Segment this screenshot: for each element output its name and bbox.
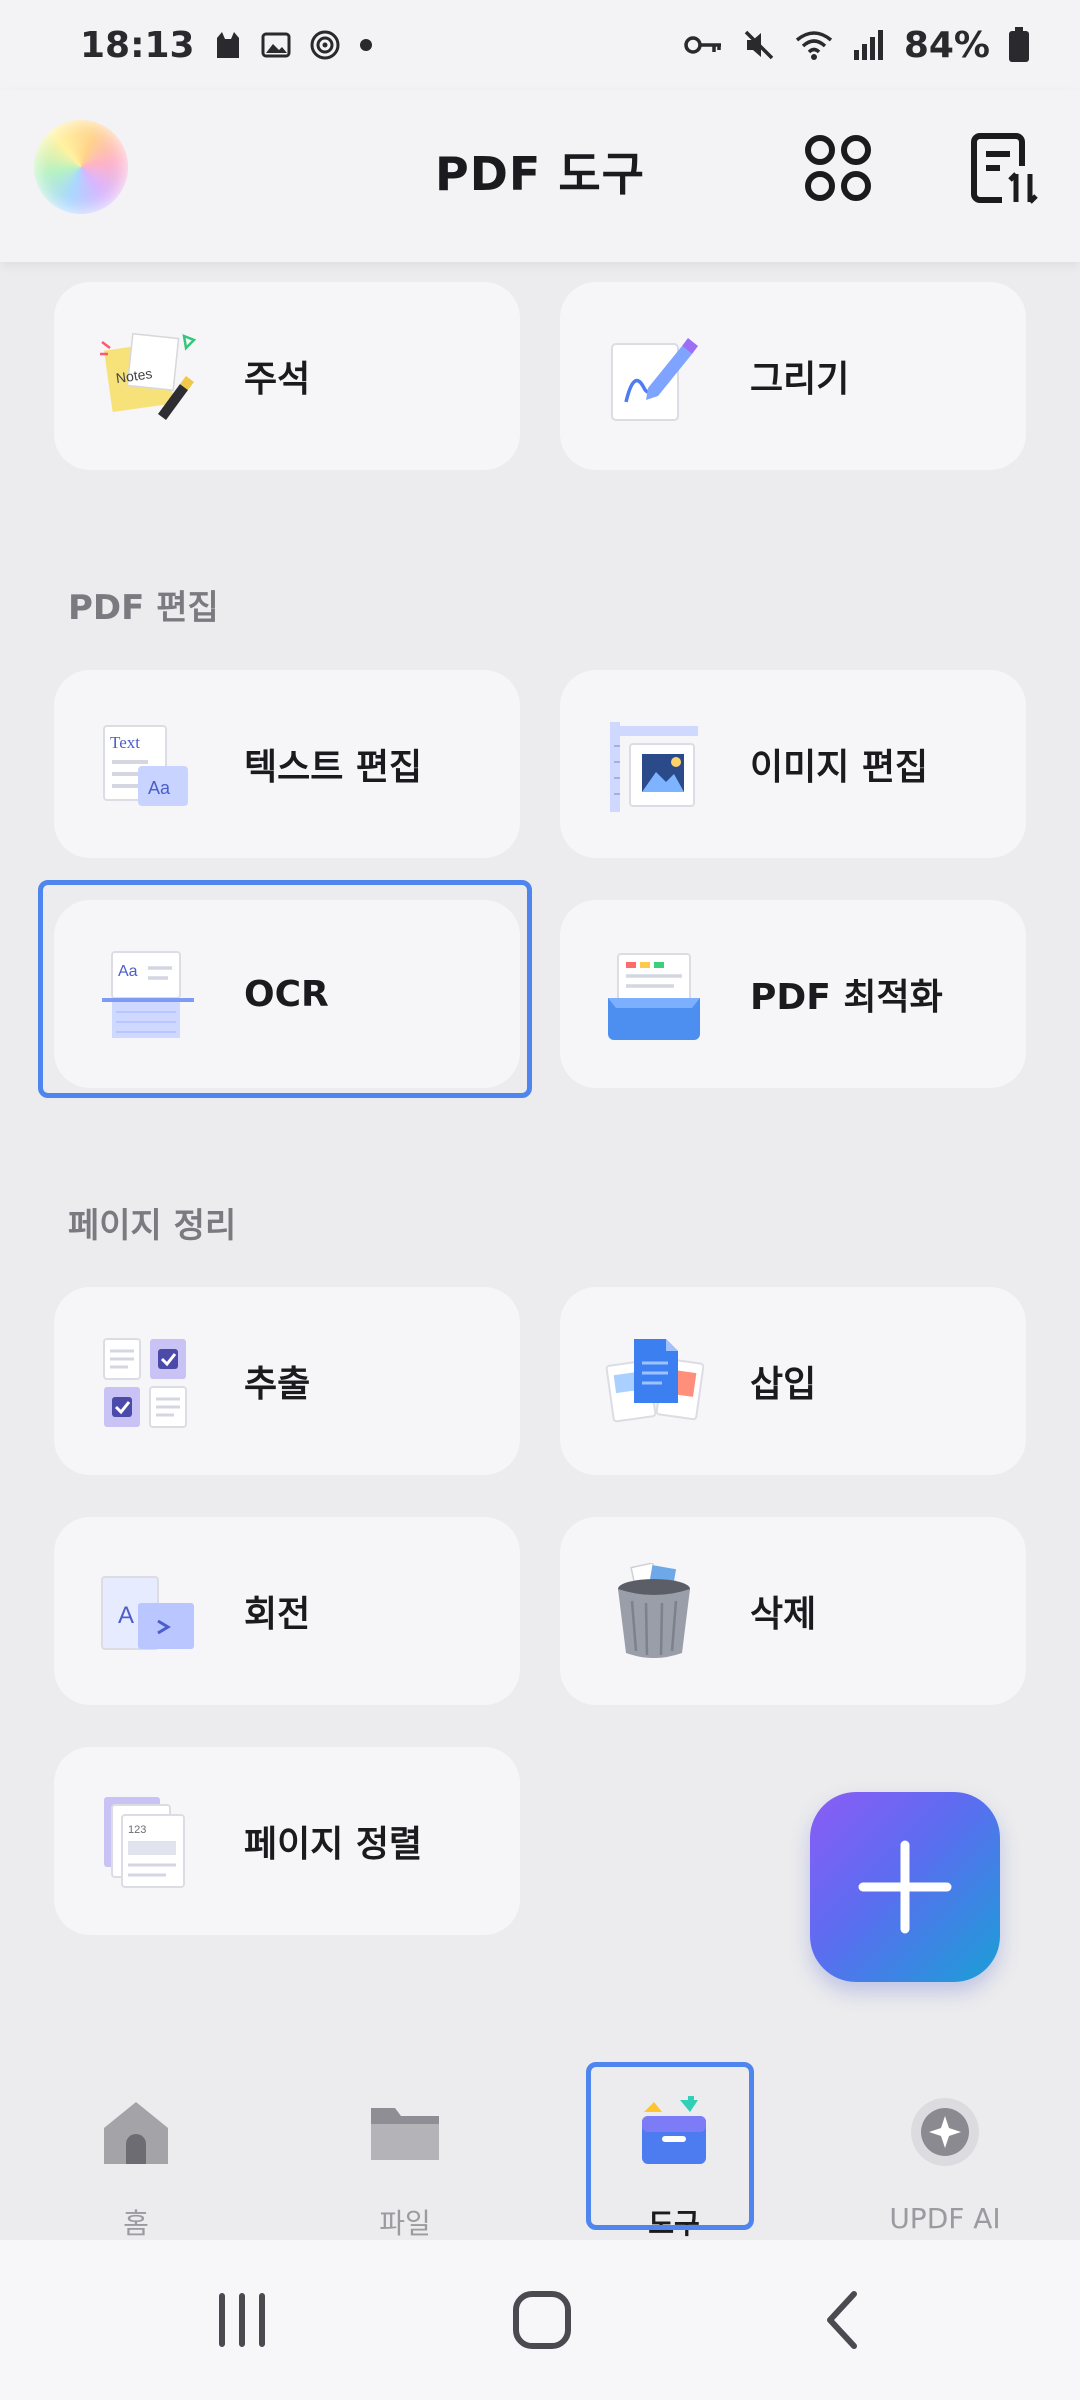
nav-item-updf-ai[interactable]: UPDF AI xyxy=(845,2060,1045,2260)
sort-document-icon xyxy=(971,133,1038,204)
system-navigation-bar xyxy=(0,2240,1080,2400)
apps-grid-button[interactable] xyxy=(800,130,876,206)
bottom-navigation: 홈 파일 도구 UPDF AI xyxy=(0,2040,1080,2240)
folder-icon xyxy=(371,2108,439,2160)
section-title-page-organize: 페이지 정리 xyxy=(68,1206,237,1246)
tool-card-ocr[interactable]: Aa OCR xyxy=(54,900,520,1088)
back-button[interactable] xyxy=(804,2280,884,2360)
tools-nav-focus-highlight xyxy=(586,2062,754,2230)
tool-card-extract[interactable]: 추출 xyxy=(54,1287,520,1475)
nav-item-home[interactable]: 홈 xyxy=(36,2060,236,2260)
home-icon xyxy=(104,2102,168,2164)
tool-card-image-edit[interactable]: 이미지 편집 xyxy=(560,670,1026,858)
back-chevron-icon xyxy=(827,2291,857,2349)
wifi-icon xyxy=(794,28,834,62)
vpn-key-icon xyxy=(684,33,724,57)
sort-button[interactable] xyxy=(966,130,1042,206)
page-number-icon-text: 123 xyxy=(128,1824,146,1836)
page-sort-icon: 123 xyxy=(98,1793,194,1889)
image-edit-icon xyxy=(604,716,700,812)
nav-item-files[interactable]: 파일 xyxy=(305,2060,505,2260)
tool-card-insert[interactable]: 삽입 xyxy=(560,1287,1026,1475)
tool-card-text-edit[interactable]: Text Aa 텍스트 편집 xyxy=(54,670,520,858)
extract-pages-icon xyxy=(98,1333,194,1429)
plus-icon xyxy=(858,1840,952,1934)
rotate-page-icon: A xyxy=(98,1563,194,1659)
text-icon-text: Text xyxy=(110,733,140,752)
app-header: PDF 도구 xyxy=(0,90,1080,262)
ai-sparkle-icon xyxy=(911,2098,979,2166)
recent-apps-button[interactable] xyxy=(202,2280,282,2360)
compress-box-icon xyxy=(604,946,700,1042)
nav-label: 홈 xyxy=(123,2207,149,2240)
target-notification-icon xyxy=(309,29,341,61)
home-square-icon xyxy=(513,2291,571,2349)
cat-notification-icon xyxy=(213,30,243,60)
tool-card-delete[interactable]: 삭제 xyxy=(560,1517,1026,1705)
tool-label: 삽입 xyxy=(750,1364,817,1405)
status-bar: 18:13 84% xyxy=(0,0,1080,90)
signal-icon xyxy=(852,28,886,62)
home-system-button[interactable] xyxy=(502,2280,582,2360)
text-edit-icon: Text Aa xyxy=(98,716,194,812)
tool-label: 삭제 xyxy=(750,1594,817,1635)
gallery-notification-icon xyxy=(261,30,291,60)
tool-card-rotate[interactable]: A 회전 xyxy=(54,1517,520,1705)
rotate-a-icon-text: A xyxy=(118,1602,134,1629)
tool-label: OCR xyxy=(244,973,329,1015)
ocr-scan-icon: Aa xyxy=(98,946,194,1042)
tool-label: 이미지 편집 xyxy=(750,747,929,788)
insert-pages-icon xyxy=(604,1333,705,1429)
tool-label: 추출 xyxy=(244,1364,311,1405)
trash-can-icon xyxy=(604,1562,700,1659)
tool-label: 회전 xyxy=(244,1594,311,1635)
page-title: PDF 도구 xyxy=(435,147,645,201)
ocr-aa-icon-text: Aa xyxy=(118,963,138,980)
battery-percent: 84% xyxy=(903,24,990,66)
tool-label: 텍스트 편집 xyxy=(244,747,423,788)
tool-label: PDF 최적화 xyxy=(750,977,943,1018)
nav-label: 파일 xyxy=(379,2207,431,2240)
tool-card-page-sort[interactable]: 123 페이지 정렬 xyxy=(54,1747,520,1935)
mute-icon xyxy=(742,28,776,62)
tool-label: 페이지 정렬 xyxy=(244,1824,423,1865)
add-fab-button[interactable] xyxy=(810,1792,1000,1982)
pencil-draw-icon xyxy=(604,328,700,424)
recent-apps-icon xyxy=(219,2293,265,2347)
status-time: 18:13 xyxy=(80,24,195,66)
sticky-note-icon: Notes xyxy=(98,328,197,424)
aa-icon-text: Aa xyxy=(148,778,171,798)
battery-icon xyxy=(1008,27,1030,63)
section-title-pdf-edit: PDF 편집 xyxy=(68,588,219,628)
dot-indicator-icon xyxy=(359,38,373,52)
tool-card-optimize[interactable]: PDF 최적화 xyxy=(560,900,1026,1088)
tool-label: 그리기 xyxy=(750,359,850,400)
tool-card-draw[interactable]: 그리기 xyxy=(560,282,1026,470)
tool-card-annotation[interactable]: Notes 주석 xyxy=(54,282,520,470)
grid-icon xyxy=(805,135,871,201)
tool-label: 주석 xyxy=(244,359,311,400)
nav-label: UPDF AI xyxy=(889,2202,1001,2235)
